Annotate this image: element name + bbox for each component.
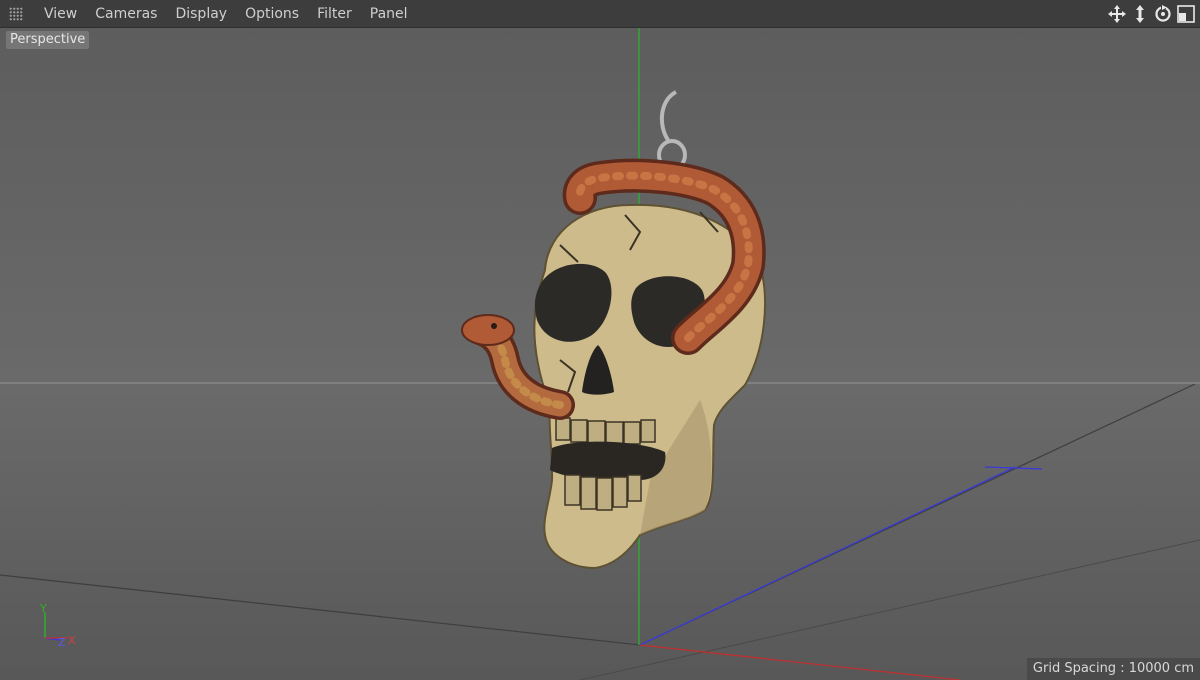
gizmo-x-label: X bbox=[68, 634, 76, 647]
viewport-menubar: View Cameras Display Options Filter Pane… bbox=[0, 0, 1200, 28]
menu-filter[interactable]: Filter bbox=[308, 0, 361, 28]
menu-options[interactable]: Options bbox=[236, 0, 308, 28]
world-x-axis bbox=[639, 644, 961, 680]
menu-display[interactable]: Display bbox=[166, 0, 236, 28]
skull-model bbox=[533, 203, 766, 570]
grid-spacing-readout: Grid Spacing : 10000 cm bbox=[1026, 658, 1200, 680]
scene-canvas[interactable]: Y Z X bbox=[0, 28, 1200, 680]
camera-label[interactable]: Perspective bbox=[6, 31, 90, 49]
zoom-view-icon[interactable] bbox=[1130, 4, 1150, 24]
rotate-view-icon[interactable] bbox=[1153, 4, 1173, 24]
grid-line bbox=[0, 574, 641, 646]
menu-panel[interactable]: Panel bbox=[361, 0, 417, 28]
snake-eye bbox=[491, 323, 497, 329]
view-navigation-icons bbox=[1107, 3, 1196, 25]
move-view-icon[interactable] bbox=[1107, 4, 1127, 24]
panel-grip-icon[interactable] bbox=[9, 6, 23, 21]
gizmo-y-label: Y bbox=[39, 602, 47, 615]
3d-viewport[interactable]: Y Z X Perspective Grid Spacing : 10000 c… bbox=[0, 28, 1200, 680]
snake-head bbox=[461, 314, 515, 346]
menu-cameras[interactable]: Cameras bbox=[86, 0, 166, 28]
gizmo-z-label: Z bbox=[58, 636, 66, 649]
menu-view[interactable]: View bbox=[35, 0, 86, 28]
keyring bbox=[657, 90, 687, 171]
toggle-layout-icon[interactable] bbox=[1176, 4, 1196, 24]
